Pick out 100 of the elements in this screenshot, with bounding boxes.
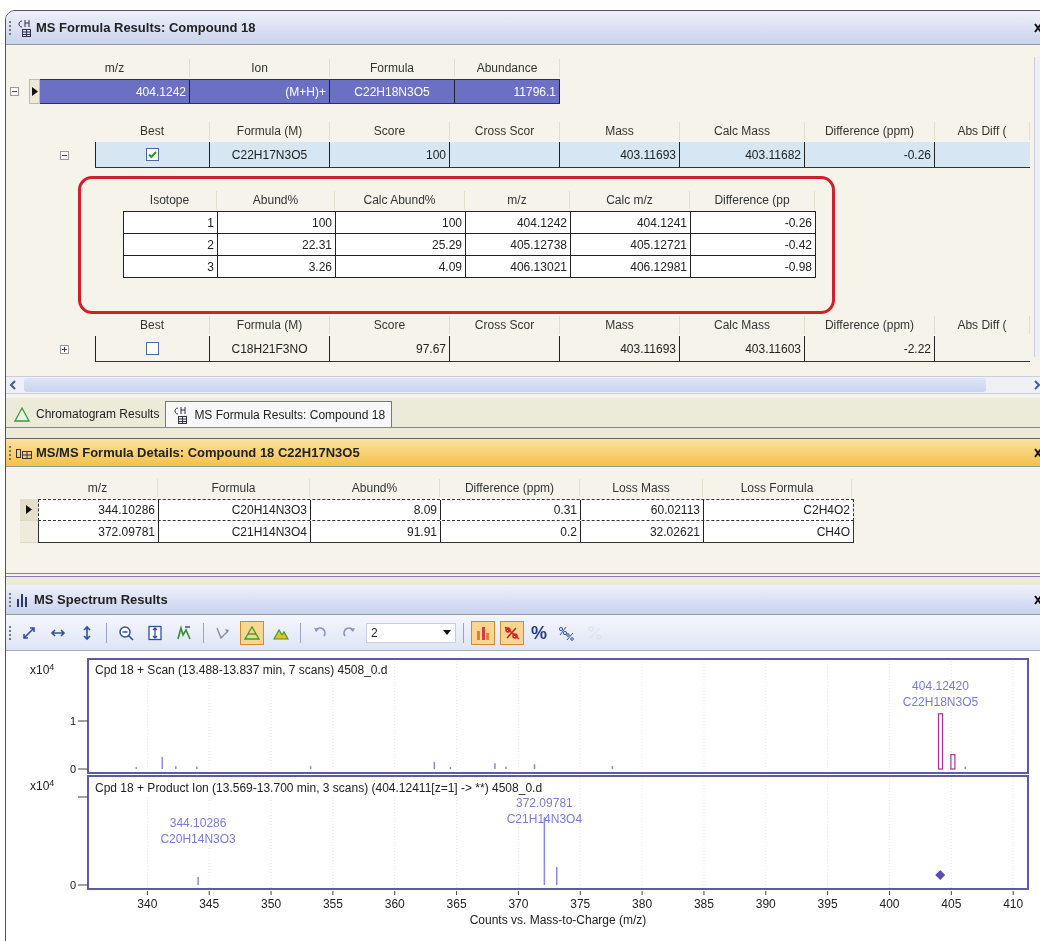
peak-label: 404.12420	[912, 678, 969, 693]
chart-title: Cpd 18 + Scan (13.488-13.837 min, 7 scans) 4508_0.d	[95, 661, 388, 679]
number-dropdown[interactable]: 2	[366, 622, 456, 643]
row-header[interactable]	[29, 79, 40, 104]
x-tick-label: 370	[508, 897, 529, 911]
column-header[interactable]: Calc Abund%	[335, 191, 465, 209]
table-cell: 405.12721	[571, 234, 691, 255]
column-header[interactable]: Difference (ppm)	[805, 316, 935, 334]
x-tick-label: 395	[817, 897, 838, 911]
close-icon[interactable]	[1034, 447, 1040, 458]
grip-icon[interactable]	[9, 444, 12, 461]
column-header[interactable]: Difference (ppm)	[805, 122, 935, 140]
table-cell: 404.1242	[466, 212, 571, 233]
peak-label: C22H18N3O5	[902, 694, 979, 709]
row-header[interactable]	[20, 499, 38, 521]
close-icon[interactable]	[1034, 594, 1040, 605]
column-header[interactable]: Score	[330, 316, 450, 334]
table-cell: C22H18N3O5	[330, 80, 455, 103]
close-icon[interactable]	[1034, 22, 1040, 33]
column-header[interactable]: Calc Mass	[680, 122, 805, 140]
table-cell: C20H14N3O3	[159, 500, 311, 520]
table-row[interactable]: 404.1242 (M+H)+ C22H18N3O5 11796.1	[40, 79, 560, 104]
collapse-icon[interactable]	[60, 150, 69, 160]
table-cell: -0.26	[805, 142, 935, 167]
peak-label: C21H14N3O4	[506, 812, 583, 826]
column-header[interactable]: Difference (pp	[690, 191, 815, 209]
x-tick-label: 380	[632, 897, 653, 911]
table-cell: 97.67	[330, 336, 450, 361]
peak-label: 344.10286	[169, 816, 227, 830]
table-cell: 91.91	[311, 521, 441, 542]
scrollbar-thumb[interactable]	[24, 378, 986, 392]
percent-button[interactable]: %	[529, 620, 549, 645]
checkbox[interactable]	[146, 148, 159, 161]
table-row[interactable]: 372.09781 C21H14N3O4 91.91 0.2 32.02621 CH4O	[38, 521, 854, 543]
tab[interactable]: Chromatogram Results	[8, 401, 166, 427]
panel-title: MS/MS Formula Details: Compound 18 C22H17N3O5	[36, 443, 360, 462]
tab[interactable]: MS Formula Results: Compound 18	[165, 401, 393, 427]
column-header[interactable]: Best	[95, 122, 210, 140]
table-cell: 403.11693	[560, 142, 680, 167]
collapse-icon[interactable]	[10, 87, 19, 96]
row-pointer-icon	[31, 87, 38, 96]
grip-icon[interactable]	[9, 19, 12, 36]
table-row[interactable]: C18H21F3NO 97.67 403.11693 403.11603 -2.22	[95, 336, 1030, 362]
dropdown-value: 2	[370, 624, 379, 642]
column-header[interactable]: Score	[330, 122, 450, 140]
column-header[interactable]: m/z	[465, 191, 570, 209]
peak-label: C20H14N3O3	[160, 832, 236, 846]
column-header[interactable]: Cross Scor	[450, 122, 560, 140]
column-header[interactable]: Formula (M)	[210, 316, 330, 334]
panel-splitter[interactable]	[6, 428, 1040, 439]
column-header[interactable]: Best	[95, 316, 210, 334]
grip-icon[interactable]	[9, 591, 12, 608]
column-header[interactable]: Formula	[158, 479, 310, 497]
column-header[interactable]: Loss Formula	[703, 479, 852, 497]
table-cell: 344.10286	[39, 500, 159, 520]
column-header[interactable]: Mass	[560, 316, 680, 334]
formula-grid-icon	[16, 18, 32, 37]
column-header[interactable]: Abund%	[310, 479, 440, 497]
column-header[interactable]: Formula	[330, 59, 455, 77]
column-header[interactable]: Formula (M)	[210, 122, 330, 140]
column-header[interactable]: Loss Mass	[580, 479, 703, 497]
column-header[interactable]: Cross Scor	[450, 316, 560, 334]
column-header[interactable]: m/z	[38, 479, 158, 497]
table-row[interactable]: C22H17N3O5 100 403.11693 403.11682 -0.26	[95, 142, 1030, 168]
table-cell: 11796.1	[455, 80, 560, 103]
column-header[interactable]: Abs Diff (	[935, 316, 1030, 334]
panel-title: MS Spectrum Results	[34, 590, 168, 609]
grip-icon[interactable]	[9, 624, 12, 641]
table-cell: 3.26	[218, 256, 336, 277]
column-header[interactable]: Calc m/z	[570, 191, 690, 209]
column-header[interactable]: Calc Mass	[680, 316, 805, 334]
table-row[interactable]: 344.10286 C20H14N3O3 8.09 0.31 60.02113 C2H4O2	[38, 499, 854, 521]
x-tick-label: 345	[199, 897, 220, 911]
table-cell: 32.02621	[581, 521, 704, 542]
expand-icon[interactable]	[60, 344, 69, 354]
y-tick-label: 1	[69, 715, 76, 727]
table-cell: C22H17N3O5	[210, 142, 330, 167]
y-tick-label: 0	[69, 879, 76, 891]
table-cell: -0.98	[691, 256, 816, 277]
column-header[interactable]: Difference (ppm)	[440, 479, 580, 497]
x-tick-label: 390	[755, 897, 776, 911]
column-header[interactable]: Abundance	[455, 59, 560, 77]
horizontal-scrollbar[interactable]	[6, 376, 1040, 394]
chart-title: Cpd 18 + Product Ion (13.569-13.700 min, 3 scans) (404.12411[z=1] -> **) 4508_0.d	[95, 779, 543, 797]
axis-multiplier: x10$^{4}$	[30, 777, 55, 795]
column-header[interactable]: Ion	[190, 59, 330, 77]
column-header[interactable]: Isotope	[123, 191, 217, 209]
column-header[interactable]: Abs Diff (	[935, 122, 1030, 140]
column-header[interactable]: Mass	[560, 122, 680, 140]
panel-title: MS Formula Results: Compound 18	[36, 18, 256, 37]
x-tick-label: 375	[570, 897, 591, 911]
table-cell: C18H21F3NO	[210, 336, 330, 361]
table-cell: 22.31	[218, 234, 336, 255]
table-cell: 403.11682	[680, 142, 805, 167]
column-header[interactable]: Abund%	[217, 191, 335, 209]
table-cell: 403.11693	[560, 336, 680, 361]
checkbox[interactable]	[146, 342, 159, 355]
column-header[interactable]: m/z	[40, 59, 190, 77]
dropdown-caret-icon[interactable]	[443, 630, 451, 635]
table-cell: 8.09	[311, 500, 441, 520]
